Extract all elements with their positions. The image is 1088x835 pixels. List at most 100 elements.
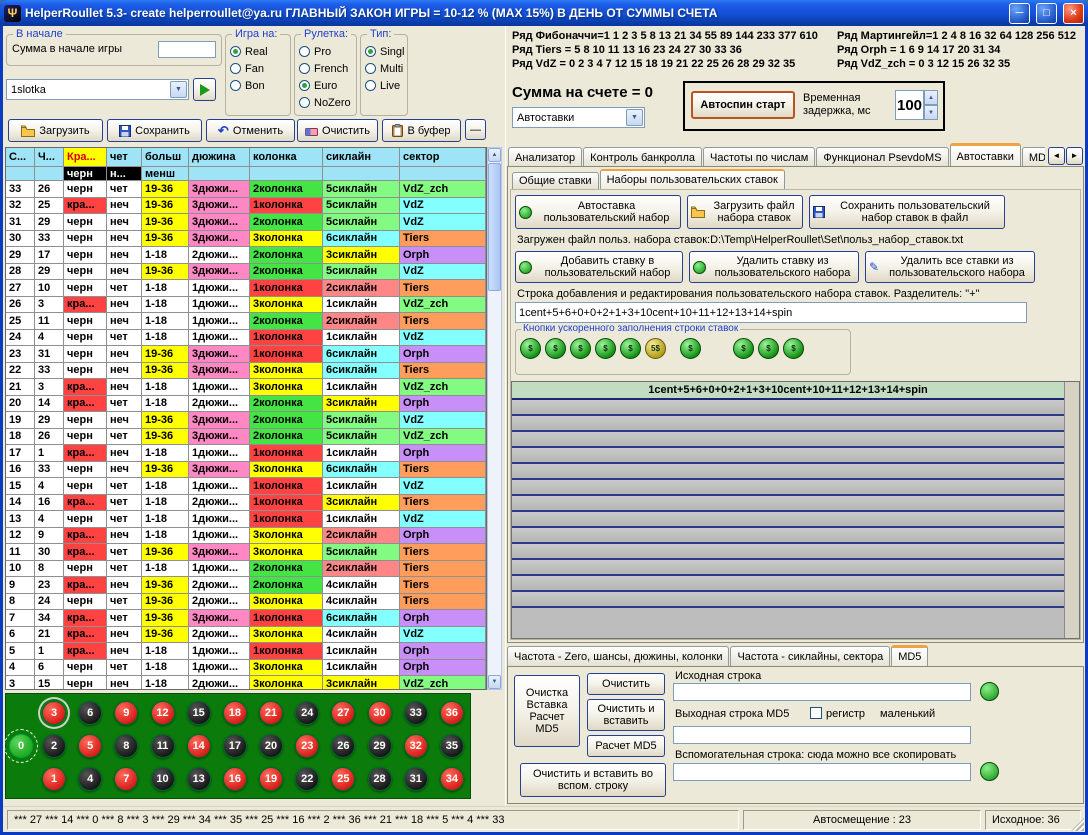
tab-Функционал PsevdoMS[interactable]: Функционал PsevdoMS xyxy=(816,147,948,167)
md5-clear-and-insert-button[interactable]: Очистить и вставить xyxy=(587,699,665,731)
chip-button[interactable]: $ xyxy=(783,338,804,359)
md5-output-input[interactable] xyxy=(673,726,971,744)
radio-real[interactable]: Real xyxy=(230,43,288,60)
board-number-32[interactable]: 32 xyxy=(404,734,428,758)
board-number-14[interactable]: 14 xyxy=(187,734,211,758)
tab-Частоты по числам[interactable]: Частоты по числам xyxy=(703,147,815,167)
scroll-down-icon[interactable]: ▼ xyxy=(488,675,501,689)
table-row[interactable]: 244чернчет1-181дюжи...1колонка1сиклайнVd… xyxy=(6,330,486,347)
collapse-button[interactable]: — xyxy=(465,119,486,140)
table-row[interactable]: 824чернчет19-362дюжи...3колонка4сиклайнT… xyxy=(6,594,486,611)
chevron-down-icon[interactable]: ▼ xyxy=(626,109,643,126)
board-number-34[interactable]: 34 xyxy=(440,767,464,791)
save-button[interactable]: Сохранить xyxy=(107,119,202,142)
clear-button[interactable]: Очистить xyxy=(297,119,378,142)
board-number-27[interactable]: 27 xyxy=(331,701,355,725)
autospin-start-button[interactable]: Автоспин старт xyxy=(691,91,795,119)
case-checkbox[interactable] xyxy=(810,707,822,719)
list-row[interactable] xyxy=(512,496,1064,512)
list-row[interactable] xyxy=(512,560,1064,576)
board-number-4[interactable]: 4 xyxy=(78,767,102,791)
board-number-15[interactable]: 15 xyxy=(187,701,211,725)
md5-calc-button[interactable]: Расчет MD5 xyxy=(587,735,665,757)
subtab-Общие ставки[interactable]: Общие ставки xyxy=(512,172,599,189)
add-bet-button[interactable]: Добавить ставку в пользовательский набор xyxy=(515,251,683,283)
radio-euro[interactable]: Euro xyxy=(299,77,354,94)
md5-aux-input[interactable] xyxy=(673,763,971,781)
spinner-up-icon[interactable]: ▲ xyxy=(924,90,938,105)
subtab-Наборы пользовательских ставок[interactable]: Наборы пользовательских ставок xyxy=(600,169,785,189)
table-row[interactable]: 134чернчет1-181дюжи...1колонка1сиклайнVd… xyxy=(6,511,486,528)
chip-button[interactable]: $ xyxy=(733,338,754,359)
table-row[interactable]: 2829черннеч19-363дюжи...2колонка5сиклайн… xyxy=(6,264,486,281)
title-bar[interactable]: Ψ HelperRoullet 5.3- create helperroulle… xyxy=(0,0,1088,26)
table-row[interactable]: 2233черннеч19-363дюжи...3колонка6сиклайн… xyxy=(6,363,486,380)
list-row[interactable] xyxy=(512,400,1064,416)
tab-Контроль банкролла[interactable]: Контроль банкролла xyxy=(583,147,702,167)
list-row[interactable] xyxy=(512,464,1064,480)
load-button[interactable]: Загрузить xyxy=(8,119,103,142)
board-number-25[interactable]: 25 xyxy=(331,767,355,791)
board-number-33[interactable]: 33 xyxy=(404,701,428,725)
freqtab-Частота - сиклайны, сектора[interactable]: Частота - сиклайны, сектора xyxy=(730,646,890,666)
save-bet-set-file-button[interactable]: Сохранить пользовательский набор ставок … xyxy=(809,195,1005,229)
table-row[interactable]: 734кра...чет19-363дюжи...1колонка6сиклай… xyxy=(6,610,486,627)
board-number-31[interactable]: 31 xyxy=(404,767,428,791)
tab-Автоставки[interactable]: Автоставки xyxy=(950,143,1021,167)
load-bet-set-file-button[interactable]: Загрузить файл набора ставок xyxy=(687,195,803,229)
scroll-thumb[interactable] xyxy=(488,163,501,291)
board-number-17[interactable]: 17 xyxy=(223,734,247,758)
board-number-30[interactable]: 30 xyxy=(368,701,392,725)
table-row[interactable]: 2014кра...чет1-182дюжи...2колонка3сиклай… xyxy=(6,396,486,413)
bet-string-input[interactable] xyxy=(515,302,1027,323)
list-row[interactable] xyxy=(512,592,1064,608)
tab-Анализатор[interactable]: Анализатор xyxy=(508,147,582,167)
table-row[interactable]: 2511черннеч1-181дюжи...2колонка2сиклайнT… xyxy=(6,313,486,330)
board-number-9[interactable]: 9 xyxy=(114,701,138,725)
table-row[interactable]: 51кра...неч1-181дюжи...1колонка1сиклайнO… xyxy=(6,643,486,660)
table-row[interactable]: 1130кра...чет19-363дюжи...3колонка5сикла… xyxy=(6,544,486,561)
board-number-16[interactable]: 16 xyxy=(223,767,247,791)
board-number-36[interactable]: 36 xyxy=(440,701,464,725)
board-number-24[interactable]: 24 xyxy=(295,701,319,725)
list-row[interactable] xyxy=(512,544,1064,560)
chevron-down-icon[interactable]: ▼ xyxy=(170,81,187,98)
radio-french[interactable]: French xyxy=(299,60,354,77)
chip-button[interactable]: $ xyxy=(545,338,566,359)
play-button[interactable] xyxy=(193,78,216,101)
scroll-up-icon[interactable]: ▲ xyxy=(488,148,501,162)
start-sum-input[interactable] xyxy=(158,41,216,58)
board-number-5[interactable]: 5 xyxy=(78,734,102,758)
remove-bet-button[interactable]: Удалить ставку из пользовательского набо… xyxy=(689,251,859,283)
table-row[interactable]: 315черннеч1-182дюжи...3колонка3сиклайнVd… xyxy=(6,676,486,690)
bets-list-scrollbar[interactable] xyxy=(1064,382,1079,638)
board-number-21[interactable]: 21 xyxy=(259,701,283,725)
chip-button[interactable]: $ xyxy=(520,338,541,359)
board-number-20[interactable]: 20 xyxy=(259,734,283,758)
board-number-29[interactable]: 29 xyxy=(368,734,392,758)
remove-all-bets-button[interactable]: ✎ Удалить все ставки из пользовательског… xyxy=(865,251,1035,283)
md5-clear-button[interactable]: Очистить xyxy=(587,673,665,695)
table-row[interactable]: 2917черннеч1-182дюжи...2колонка3сиклайнO… xyxy=(6,247,486,264)
board-number-35[interactable]: 35 xyxy=(440,734,464,758)
freqtab-Частота - Zero, шансы, дюжины, колонки[interactable]: Частота - Zero, шансы, дюжины, колонки xyxy=(507,646,729,666)
table-row[interactable]: 3129черннеч19-363дюжи...2колонка5сиклайн… xyxy=(6,214,486,231)
chip-button[interactable]: 5$ xyxy=(645,338,666,359)
md5-source-input[interactable] xyxy=(673,683,971,701)
board-number-1[interactable]: 1 xyxy=(42,767,66,791)
table-row[interactable]: 3326чернчет19-363дюжи...2колонка5сиклайн… xyxy=(6,181,486,198)
table-row[interactable]: 1826чернчет19-363дюжи...2колонка5сиклайн… xyxy=(6,429,486,446)
table-row[interactable]: 3225кра...неч19-363дюжи...1колонка5сикла… xyxy=(6,198,486,215)
radio-bon[interactable]: Bon xyxy=(230,77,288,94)
board-number-2[interactable]: 2 xyxy=(42,734,66,758)
close-button[interactable]: × xyxy=(1063,3,1084,24)
table-scrollbar[interactable]: ▲ ▼ xyxy=(487,147,502,690)
table-row[interactable]: 171кра...неч1-181дюжи...1колонка1сиклайн… xyxy=(6,445,486,462)
board-number-28[interactable]: 28 xyxy=(368,767,392,791)
maximize-button[interactable]: □ xyxy=(1036,3,1057,24)
radio-pro[interactable]: Pro xyxy=(299,43,354,60)
md5-aux-go-button[interactable] xyxy=(980,762,999,781)
tab-MD5[interactable]: MD5 xyxy=(1022,147,1045,167)
md5-clear-insert-aux-button[interactable]: Очистить и вставить во вспом. строку xyxy=(520,763,666,797)
md5-clear-insert-calc-button[interactable]: Очистка Вставка Расчет MD5 xyxy=(514,675,580,747)
